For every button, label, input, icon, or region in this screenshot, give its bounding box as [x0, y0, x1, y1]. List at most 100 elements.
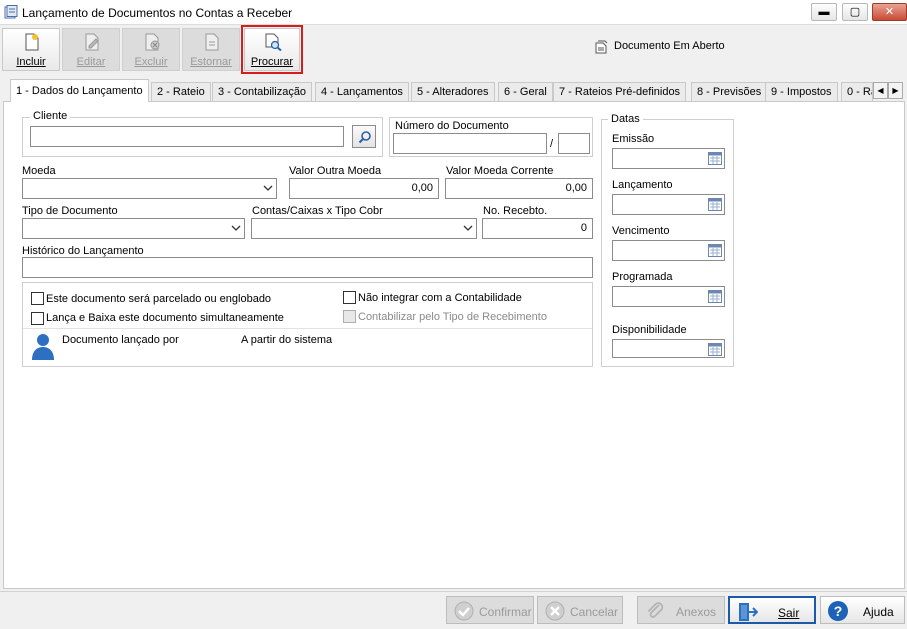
parcelado-checkbox[interactable] [31, 292, 44, 305]
tab-alteradores[interactable]: 5 - Alteradores [411, 82, 495, 101]
sair-label: Sair [778, 606, 800, 620]
options-divider [23, 328, 592, 329]
edit-document-icon [85, 33, 99, 51]
exit-door-icon [739, 603, 758, 621]
historico-label: Histórico do Lançamento [22, 245, 144, 257]
numero-documento-suffix-input[interactable] [558, 133, 590, 154]
tab-scroll-left-icon[interactable]: ◀ [873, 82, 888, 99]
no-recebto-label: No. Recebto. [483, 205, 548, 217]
cancel-circle-icon [545, 601, 565, 621]
lancado-por-value: A partir do sistema [241, 334, 333, 346]
tab-rateio[interactable]: 2 - Rateio [151, 82, 211, 101]
document-status-icon [595, 40, 608, 54]
anexos-label: Anexos [676, 605, 717, 619]
close-icon: ✕ [884, 6, 895, 18]
chevron-down-icon [231, 225, 241, 231]
valor-outra-moeda-label: Valor Outra Moeda [289, 165, 382, 177]
svg-text:?: ? [834, 603, 843, 619]
moeda-label: Moeda [22, 165, 56, 177]
procurar-label: Procurar [250, 56, 294, 68]
contas-caixas-label: Contas/Caixas x Tipo Cobr [252, 205, 383, 217]
estornar-label: Estornar [190, 56, 232, 68]
programada-label: Programada [612, 271, 673, 283]
tipo-documento-select[interactable] [22, 218, 245, 239]
historico-input[interactable] [22, 257, 593, 278]
tab-impostos[interactable]: 9 - Impostos [765, 82, 838, 101]
programada-date-input[interactable] [612, 286, 725, 307]
emissao-date-input[interactable] [612, 148, 725, 169]
estornar-button[interactable]: Estornar [182, 28, 240, 71]
moeda-select[interactable] [22, 178, 277, 199]
no-recebto-input[interactable]: 0 [482, 218, 593, 239]
tab-scroll-right-icon[interactable]: ▶ [888, 82, 903, 99]
disponibilidade-date-input[interactable] [612, 339, 725, 358]
chevron-down-icon [263, 185, 273, 191]
lancamento-date-label: Lançamento [612, 179, 673, 191]
chevron-down-icon [463, 225, 473, 231]
tab-lancamentos[interactable]: 4 - Lançamentos [315, 82, 409, 101]
check-circle-icon [454, 601, 474, 621]
datas-label: Datas [608, 113, 643, 125]
contabilizar-label: Contabilizar pelo Tipo de Recebimento [358, 311, 547, 323]
incluir-button[interactable]: Incluir [2, 28, 60, 71]
tab-previsoes[interactable]: 8 - Previsões [691, 82, 768, 101]
ajuda-button[interactable]: ? Ajuda [820, 596, 905, 624]
contas-caixas-select[interactable] [251, 218, 477, 239]
tab-rateios-predefinidos[interactable]: 7 - Rateios Pré-definidos [553, 82, 687, 101]
calendar-icon[interactable] [708, 343, 722, 356]
cliente-label: Cliente [30, 110, 71, 122]
help-icon: ? [828, 601, 848, 621]
calendar-icon[interactable] [708, 290, 722, 303]
minimize-icon: ▬ [818, 6, 830, 18]
numero-documento-input[interactable] [393, 133, 547, 154]
calendar-icon[interactable] [708, 244, 722, 257]
app-icon [4, 5, 18, 19]
lancamento-date-input[interactable] [612, 194, 725, 215]
tab-contabilizacao[interactable]: 3 - Contabilização [212, 82, 313, 101]
magnifier-icon [358, 131, 371, 144]
confirmar-label: Confirmar [479, 605, 532, 619]
disponibilidade-label: Disponibilidade [612, 324, 687, 336]
incluir-label: Incluir [16, 56, 46, 68]
valor-moeda-corrente-input[interactable]: 0,00 [445, 178, 593, 199]
editar-label: Editar [76, 56, 106, 68]
close-button[interactable]: ✕ [872, 3, 907, 21]
excluir-button[interactable]: Excluir [122, 28, 180, 71]
cancelar-button[interactable]: Cancelar [537, 596, 623, 624]
lanca-baixa-label: Lança e Baixa este documento simultaneam… [46, 312, 284, 324]
paperclip-icon [647, 602, 664, 618]
procurar-button[interactable]: Procurar [241, 25, 303, 74]
lancado-por-label: Documento lançado por [62, 334, 179, 346]
contabilizar-checkbox[interactable] [343, 310, 356, 323]
lanca-baixa-checkbox[interactable] [31, 312, 44, 325]
valor-outra-moeda-value: 0,00 [411, 182, 433, 194]
sair-button[interactable]: Sair [728, 596, 816, 624]
calendar-icon[interactable] [708, 152, 722, 165]
tipo-documento-label: Tipo de Documento [22, 205, 118, 217]
minimize-button[interactable]: ▬ [811, 3, 837, 21]
valor-moeda-corrente-value: 0,00 [565, 182, 587, 194]
delete-document-icon [145, 33, 160, 51]
maximize-button[interactable]: ▢ [842, 3, 868, 21]
editar-button[interactable]: Editar [62, 28, 120, 71]
tab-geral[interactable]: 6 - Geral [498, 82, 553, 101]
emissao-label: Emissão [612, 133, 655, 145]
ajuda-label: Ajuda [863, 605, 894, 619]
cliente-input[interactable] [30, 126, 344, 147]
tab-dados-lancamento[interactable]: 1 - Dados do Lançamento [10, 79, 149, 102]
nao-integrar-label: Não integrar com a Contabilidade [358, 292, 522, 304]
tab-overflow[interactable]: 0 - Ra [841, 82, 873, 101]
anexos-button[interactable]: Anexos [637, 596, 725, 624]
nao-integrar-checkbox[interactable] [343, 291, 356, 304]
cliente-search-button[interactable] [352, 125, 376, 148]
user-icon [32, 334, 54, 360]
reverse-document-icon [205, 33, 219, 51]
confirmar-button[interactable]: Confirmar [446, 596, 534, 624]
vencimento-date-input[interactable] [612, 240, 725, 261]
calendar-icon[interactable] [708, 198, 722, 211]
numero-separator: / [550, 138, 554, 150]
search-document-icon [265, 33, 282, 51]
valor-outra-moeda-input[interactable]: 0,00 [289, 178, 439, 199]
parcelado-label: Este documento será parcelado ou engloba… [46, 293, 272, 305]
title-bar: Lançamento de Documentos no Contas a Rec… [0, 0, 907, 25]
